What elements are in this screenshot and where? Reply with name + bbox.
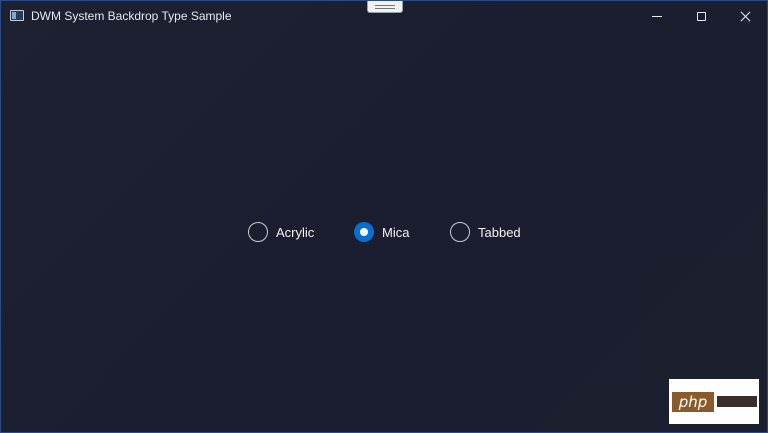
radio-label-mica: Mica (382, 224, 410, 240)
watermark-logo: php (669, 379, 759, 424)
title-bar[interactable]: DWM System Backdrop Type Sample (1, 1, 767, 31)
watermark-bar (717, 396, 757, 407)
radio-mica[interactable]: Mica (354, 222, 450, 242)
radio-button-unchecked[interactable] (248, 222, 268, 242)
close-button[interactable] (722, 1, 767, 31)
snap-layout-handle[interactable] (367, 1, 403, 13)
radio-label-acrylic: Acrylic (276, 224, 315, 240)
radio-tabbed[interactable]: Tabbed (450, 222, 521, 242)
radio-button-checked[interactable] (354, 222, 374, 242)
maximize-icon (696, 11, 706, 21)
radio-label-tabbed: Tabbed (478, 224, 521, 240)
radio-button-unchecked[interactable] (450, 222, 470, 242)
app-window: DWM System Backdrop Type Sample Acrylic … (0, 0, 768, 433)
close-icon (740, 11, 751, 22)
app-window-icon (10, 10, 24, 21)
window-title: DWM System Backdrop Type Sample (31, 9, 232, 23)
backdrop-type-radio-group: Acrylic Mica Tabbed (248, 221, 521, 243)
radio-acrylic[interactable]: Acrylic (248, 222, 354, 242)
minimize-icon (652, 15, 662, 17)
watermark-brand: php (672, 391, 714, 412)
maximize-button[interactable] (678, 1, 724, 31)
minimize-button[interactable] (634, 1, 680, 31)
